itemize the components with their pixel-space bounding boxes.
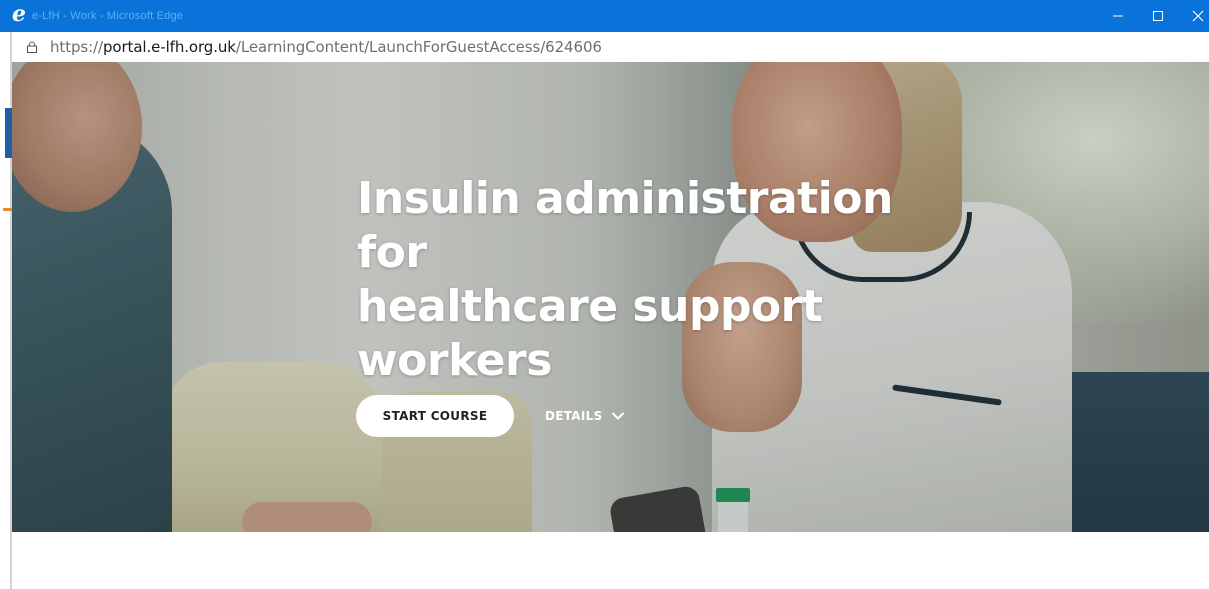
minimize-button[interactable] [1100,4,1136,28]
maximize-icon [1153,11,1163,21]
chevron-down-icon [611,412,624,420]
details-toggle[interactable]: DETAILS [545,405,625,427]
background-window-accent-orange [3,208,12,211]
background-window-accent [5,108,12,158]
course-title-line: Insulin administration for [357,173,893,278]
close-icon [1192,10,1204,22]
minimize-icon [1113,15,1123,17]
maximize-button[interactable] [1140,4,1176,28]
course-title: Insulin administration for healthcare su… [357,172,957,388]
course-title-line: healthcare support [357,281,823,332]
details-label: DETAILS [545,409,603,423]
window-titlebar: e e-LfH - Work - Microsoft Edge [0,0,1209,32]
url-scheme: https:// [50,38,103,56]
lock-icon [27,41,37,53]
url-domain: portal.e-lfh.org.uk [102,38,236,56]
close-button[interactable] [1180,4,1209,28]
window-title: e-LfH - Work - Microsoft Edge [32,10,184,22]
url-path: /LearningContent/LaunchForGuestAccess/62… [235,38,602,56]
url-text[interactable]: https://portal.e-lfh.org.uk/LearningCont… [50,38,602,56]
start-course-button[interactable]: START COURSE [356,395,514,437]
course-hero: Insulin administration for healthcare su… [12,62,1209,532]
address-bar[interactable]: https://portal.e-lfh.org.uk/LearningCont… [12,32,1209,62]
course-title-line: workers [357,335,552,386]
edge-icon: e [12,1,26,27]
